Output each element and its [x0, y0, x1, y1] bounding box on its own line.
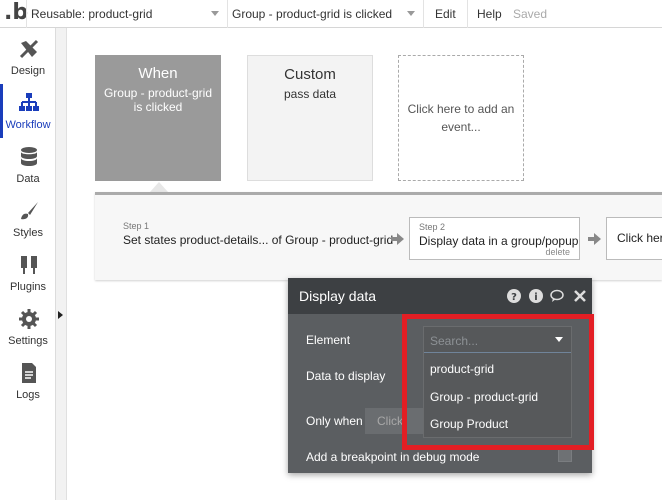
- step-text: Set states product-details... of Group -…: [123, 233, 394, 247]
- help-icon[interactable]: ?: [507, 289, 521, 303]
- reusable-selector-label: Reusable: product-grid: [31, 7, 153, 21]
- sidebar-item-label: Plugins: [9, 281, 47, 293]
- highlight-annotation: [402, 314, 594, 450]
- help-menu[interactable]: Help: [467, 0, 509, 28]
- add-step-button[interactable]: Click here: [606, 217, 662, 260]
- sidebar-item-label: Data: [16, 173, 40, 185]
- sidebar-item-label: Styles: [13, 227, 43, 239]
- comment-icon[interactable]: [550, 289, 564, 303]
- info-icon[interactable]: i: [529, 289, 543, 303]
- sidebar-item-data[interactable]: Data: [0, 138, 56, 192]
- step-number: Step 1: [123, 221, 150, 231]
- svg-text:?: ?: [511, 292, 517, 303]
- event-card-subtitle: pass data: [283, 87, 337, 101]
- sidebar-item-plugins[interactable]: Plugins: [0, 246, 56, 300]
- edit-menu[interactable]: Edit: [423, 0, 467, 28]
- chevron-down-icon: [407, 11, 415, 16]
- step-number: Step 2: [419, 222, 446, 232]
- property-editor-header[interactable]: Display data ? i: [288, 278, 592, 314]
- bubble-logo[interactable]: .b: [4, 1, 28, 25]
- saved-status: Saved: [513, 7, 548, 21]
- sidebar-item-workflow[interactable]: Workflow: [0, 84, 56, 138]
- svg-text:i: i: [534, 292, 537, 303]
- styles-icon: [21, 202, 38, 220]
- add-event-text: Click here to add an event...: [407, 102, 515, 134]
- arrow-right-icon: [391, 233, 404, 245]
- sidebar-item-design[interactable]: Design: [0, 30, 56, 84]
- workflow-icon: [19, 93, 39, 111]
- property-editor-title: Display data: [299, 288, 377, 304]
- logs-icon: [22, 363, 36, 383]
- step-1[interactable]: Step 1 Set states product-details... of …: [123, 221, 393, 247]
- arrow-right-icon: [588, 233, 601, 245]
- element-label: Element: [306, 333, 351, 347]
- sidebar-item-label: Logs: [16, 389, 40, 401]
- breakpoint-checkbox[interactable]: [558, 448, 572, 462]
- sidebar-item-settings[interactable]: Settings: [0, 300, 56, 354]
- event-card-subtitle: Group - product-grid is clicked: [103, 86, 213, 114]
- design-icon: [19, 39, 39, 59]
- event-card-when[interactable]: When Group - product-grid is clicked: [95, 55, 221, 181]
- sidebar-item-styles[interactable]: Styles: [0, 192, 56, 246]
- event-selector[interactable]: Group - product-grid is clicked: [227, 0, 421, 28]
- left-sidebar: Design Workflow Data Styles Plugins Sett…: [0, 28, 56, 500]
- close-icon[interactable]: [573, 289, 587, 303]
- event-card-title: Custom: [284, 66, 336, 83]
- data-icon: [21, 147, 37, 166]
- sidebar-item-logs[interactable]: Logs: [0, 354, 56, 408]
- step-text: Display data in a group/popup: [419, 234, 579, 248]
- data-to-display-label: Data to display: [306, 369, 386, 383]
- top-bar: .b Reusable: product-grid Group - produc…: [0, 0, 662, 28]
- reusable-selector[interactable]: Reusable: product-grid: [26, 0, 225, 28]
- steps-bar: Step 1 Set states product-details... of …: [95, 192, 662, 280]
- help-menu-label: Help: [477, 7, 502, 21]
- event-selector-label: Group - product-grid is clicked: [232, 7, 393, 21]
- only-when-label: Only when: [306, 414, 363, 428]
- edit-menu-label: Edit: [435, 7, 456, 21]
- collapse-sidebar-icon[interactable]: [58, 311, 63, 319]
- sidebar-item-label: Design: [10, 65, 46, 77]
- sidebar-item-label: Workflow: [5, 119, 51, 131]
- delete-step-link[interactable]: delete: [545, 247, 570, 257]
- add-event-card[interactable]: Click here to add an event...: [398, 55, 524, 181]
- plugins-icon: [21, 256, 37, 274]
- chevron-down-icon: [211, 11, 219, 16]
- sidebar-item-label: Settings: [8, 335, 48, 347]
- settings-icon: [19, 309, 39, 329]
- step-2[interactable]: Step 2 Display data in a group/popup del…: [409, 217, 580, 260]
- event-card-custom[interactable]: Custom pass data: [247, 55, 373, 181]
- breakpoint-label: Add a breakpoint in debug mode: [306, 450, 480, 464]
- event-card-title: When: [138, 65, 178, 82]
- selected-event-pointer: [150, 182, 168, 192]
